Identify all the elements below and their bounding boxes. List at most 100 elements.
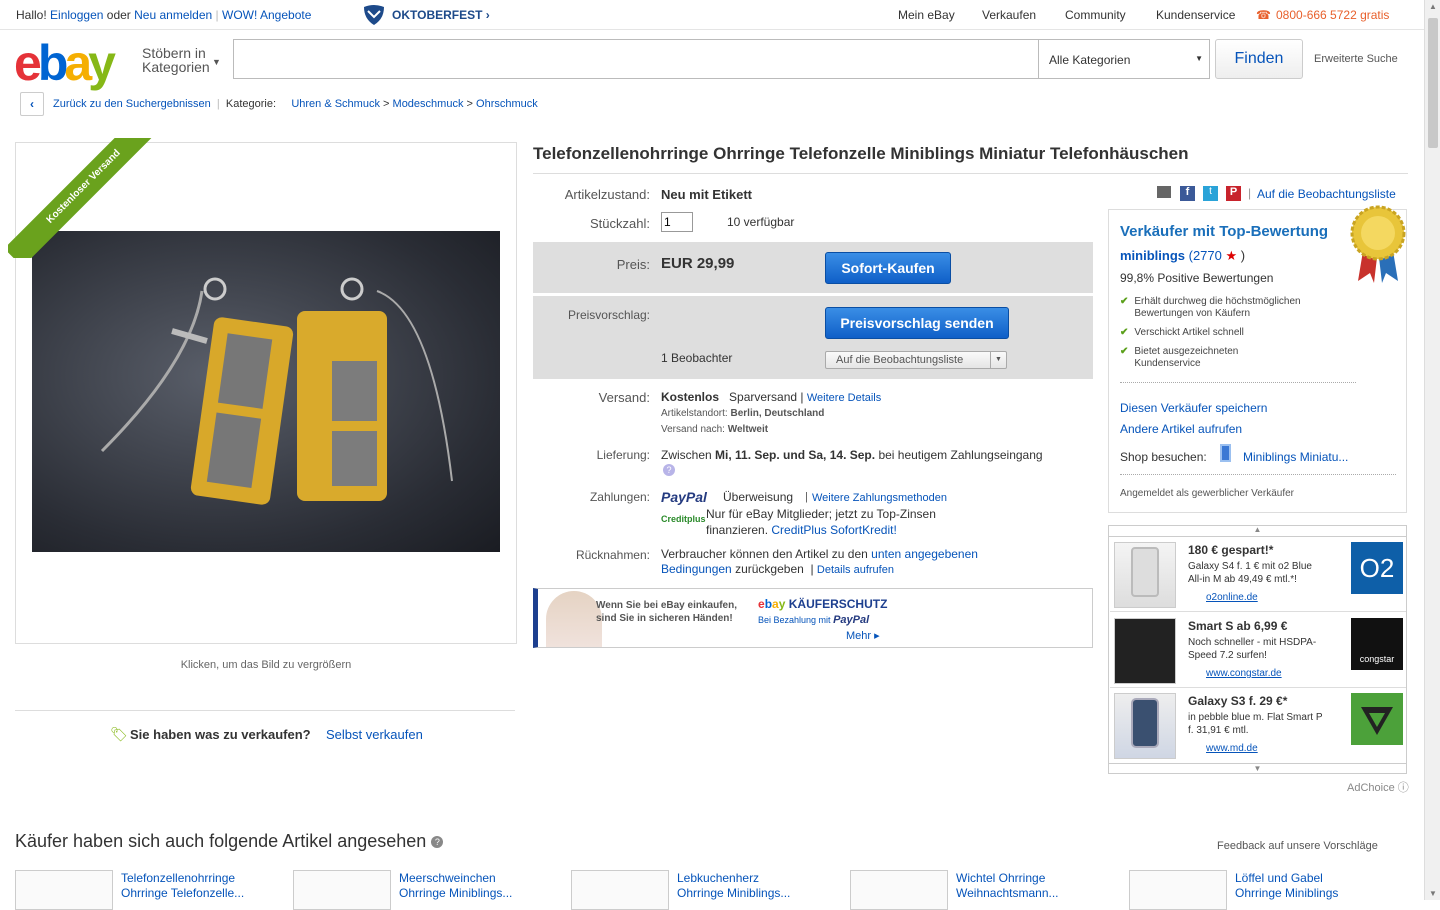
- seller-points: ✔ Erhält durchweg die höchstmöglichen Bew…: [1120, 296, 1301, 369]
- buyer-protection-banner[interactable]: Wenn Sie bei eBay einkaufen, sind Sie in …: [533, 588, 1093, 648]
- item-title: Telefonzellenohrringe Ohrringe Telefonze…: [533, 144, 1408, 174]
- seller-name-row: miniblings (2770 ★ ): [1120, 248, 1246, 263]
- find-button[interactable]: Finden: [1215, 39, 1303, 79]
- item-image[interactable]: [32, 231, 500, 552]
- top-bar: Hallo! Einloggen oder Neu anmelden | WOW…: [0, 0, 1424, 30]
- paypal-logo: PayPal: [661, 489, 707, 505]
- delivery-label: Lieferung:: [596, 448, 650, 462]
- ad-link[interactable]: www.congstar.de: [1206, 668, 1282, 679]
- feedback-score-link[interactable]: (2770: [1189, 248, 1222, 263]
- help-icon[interactable]: ?: [431, 836, 444, 849]
- add-to-watchlist-button[interactable]: Auf die Beobachtungsliste ▼: [825, 351, 1007, 369]
- creditplus-logo: Creditplus: [661, 514, 706, 524]
- ad-link[interactable]: www.md.de: [1206, 743, 1258, 754]
- divider: [1120, 382, 1356, 383]
- returns-details-link[interactable]: Details aufrufen: [817, 564, 894, 576]
- buy-now-button[interactable]: Sofort-Kaufen: [825, 252, 951, 284]
- browse-categories[interactable]: Stöbern in Kategorien: [142, 46, 210, 74]
- greeting: Hallo! Einloggen oder Neu anmelden | WOW…: [16, 8, 312, 22]
- email-icon[interactable]: [1157, 186, 1171, 198]
- watchlist-link[interactable]: Auf die Beobachtungsliste: [1257, 187, 1396, 201]
- more-payment-link[interactable]: Weitere Zahlungsmethoden: [812, 492, 947, 504]
- quantity-label: Stückzahl:: [590, 216, 650, 231]
- save-seller-link[interactable]: Diesen Verkäufer speichern: [1120, 401, 1267, 415]
- payment-label: Zahlungen:: [589, 490, 650, 504]
- divider: [15, 710, 515, 711]
- advanced-search-link[interactable]: Erweiterte Suche: [1314, 53, 1398, 65]
- ad-item[interactable]: 180 € gespart!* Galaxy S4 f. 1 € mit o2 …: [1110, 538, 1406, 612]
- nav-my-ebay[interactable]: Mein eBay: [898, 8, 955, 22]
- ebay-logo[interactable]: ebay: [14, 34, 116, 92]
- positive-feedback: 99,8% Positive Bewertungen: [1120, 271, 1274, 285]
- star-icon: ★: [1225, 248, 1238, 263]
- md-logo: [1351, 693, 1403, 745]
- breadcrumb: Zurück zu den Suchergebnissen | Kategori…: [53, 98, 538, 110]
- phone-icon: ☎: [1256, 8, 1271, 22]
- returns-terms-link-2[interactable]: Bedingungen: [661, 562, 732, 576]
- protection-more-link[interactable]: Mehr ▸: [846, 629, 880, 642]
- item-location: Artikelstandort: Berlin, Deutschland: [661, 408, 825, 419]
- nav-customer-service[interactable]: Kundenservice: [1156, 8, 1235, 22]
- help-icon[interactable]: ?: [663, 464, 675, 476]
- ad-item[interactable]: Smart S ab 6,99 € Noch schneller - mit H…: [1110, 614, 1406, 688]
- sell-yourself-link[interactable]: Selbst verkaufen: [326, 727, 423, 742]
- shop-label: Shop besuchen:: [1120, 450, 1207, 464]
- crumb-earrings[interactable]: Ohrschmuck: [476, 98, 538, 110]
- delivery-info: Zwischen Mi, 11. Sep. und Sa, 14. Sep. b…: [661, 448, 1043, 462]
- make-offer-button[interactable]: Preisvorschlag senden: [825, 307, 1009, 339]
- crumb-fashion[interactable]: Modeschmuck: [393, 98, 464, 110]
- recommendations-title: Käufer haben sich auch folgende Artikel …: [15, 831, 444, 852]
- check-icon: ✔: [1120, 296, 1129, 307]
- ad-scroll-down-icon[interactable]: ▼: [1108, 763, 1407, 774]
- back-to-results-link[interactable]: Zurück zu den Suchergebnissen: [53, 98, 211, 110]
- top-rated-seller-title: Verkäufer mit Top-Bewertung: [1120, 223, 1329, 240]
- category-select[interactable]: Alle Kategorien ▼: [1038, 39, 1210, 79]
- chevron-down-icon: ▼: [212, 57, 221, 67]
- feedback-link[interactable]: Feedback auf unsere Vorschläge: [1217, 840, 1378, 852]
- watchers-count: 1 Beobachter: [661, 351, 733, 365]
- ad-link[interactable]: o2online.de: [1206, 592, 1258, 603]
- free-shipping-banner: Kostenloser Versand: [8, 138, 158, 258]
- nav-sell[interactable]: Verkaufen: [982, 8, 1036, 22]
- quantity-input[interactable]: [661, 212, 693, 232]
- back-arrow-icon[interactable]: ‹: [20, 92, 44, 116]
- oktoberfest-icon[interactable]: [362, 3, 386, 30]
- tag-icon: 🏷: [110, 726, 128, 742]
- ad-image: [1114, 542, 1176, 608]
- register-link[interactable]: Neu anmelden: [134, 8, 212, 22]
- bank-transfer: Überweisung: [723, 490, 794, 504]
- ebay-protection-logo: ebay KÄUFERSCHUTZ: [758, 597, 888, 611]
- condition-value: Neu mit Etikett: [661, 187, 753, 202]
- ad-item[interactable]: Galaxy S3 f. 29 €* in pebble blue m. Fla…: [1110, 689, 1406, 763]
- adchoice-link[interactable]: AdChoice ⓘ: [1347, 779, 1409, 795]
- shop-link[interactable]: Miniblings Miniatu...: [1243, 450, 1348, 464]
- scrollbar[interactable]: ▲ ▼: [1424, 0, 1440, 900]
- pinterest-icon[interactable]: P: [1226, 186, 1241, 201]
- shipping-label: Versand:: [598, 390, 650, 405]
- login-link[interactable]: Einloggen: [50, 8, 103, 22]
- congstar-logo: congstar: [1351, 618, 1403, 670]
- available-count: 10 verfügbar: [727, 215, 795, 229]
- nav-community[interactable]: Community: [1065, 8, 1126, 22]
- divider: [1120, 474, 1396, 475]
- returns-terms-link[interactable]: unten angegebenen: [871, 547, 978, 561]
- offer-label: Preisvorschlag:: [567, 308, 650, 322]
- ad-image: [1114, 618, 1176, 684]
- ad-scroll-up-icon[interactable]: ▲: [1108, 525, 1407, 537]
- shipping-info: Kostenlos Sparversand | Weitere Details: [661, 390, 882, 404]
- crumb-jewelry[interactable]: Uhren & Schmuck: [291, 98, 380, 110]
- store-icon: [1220, 444, 1231, 462]
- condition-label: Artikelzustand:: [564, 187, 650, 202]
- seller-name-link[interactable]: miniblings: [1120, 248, 1185, 263]
- creditplus-link[interactable]: CreditPlus SofortKredit!: [771, 523, 896, 537]
- wow-deals-link[interactable]: WOW! Angebote: [222, 8, 311, 22]
- search-input[interactable]: [233, 39, 1039, 79]
- facebook-icon[interactable]: f: [1180, 186, 1195, 201]
- oktoberfest-link[interactable]: OKTOBERFEST ›: [392, 8, 490, 22]
- ship-to: Versand nach: Weltweit: [661, 424, 769, 435]
- twitter-icon[interactable]: t: [1203, 186, 1218, 201]
- price-label: Preis:: [616, 257, 650, 272]
- shipping-details-link[interactable]: Weitere Details: [807, 392, 881, 404]
- other-items-link[interactable]: Andere Artikel aufrufen: [1120, 422, 1242, 436]
- top-rated-badge-icon: [1350, 205, 1406, 285]
